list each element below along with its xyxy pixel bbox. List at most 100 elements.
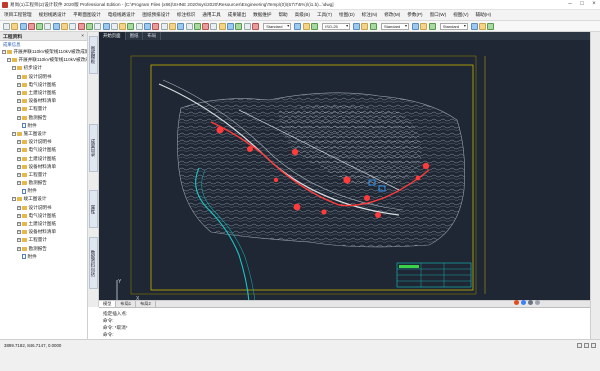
expand-toggle-icon[interactable]: + [17,246,21,251]
toolbar-button-icon[interactable] [218,22,226,30]
expand-toggle-icon[interactable]: + [17,91,21,96]
toolbar-button-icon[interactable] [487,22,495,30]
toolbar-button-icon[interactable] [19,22,27,30]
menu-item[interactable]: 通用工具 [202,12,220,18]
tree-item[interactable]: + 土建设计图纸 [2,154,87,162]
toolbar-button-icon[interactable] [193,22,201,30]
expand-toggle-icon[interactable]: − [12,131,16,136]
toolbar-button-icon[interactable] [52,22,60,30]
expand-toggle-icon[interactable]: + [17,82,21,87]
command-line[interactable]: 指定插入点: 命令: 命令: *取消* 命令: [99,307,590,339]
menu-item[interactable]: 标注标识 [177,12,195,18]
menu-item[interactable]: 辅助(H) [475,12,491,18]
document-tab[interactable]: 图纸 [126,32,144,40]
toolbar-button-icon[interactable] [361,22,369,30]
toolbar-button-icon[interactable] [110,22,118,30]
menu-item[interactable]: 成果输出 [228,12,246,18]
toolbar-button-icon[interactable] [470,22,478,30]
document-tab[interactable]: 布局 [143,32,162,40]
menu-item[interactable]: 平断面图设计 [73,12,101,18]
expand-toggle-icon[interactable]: + [17,230,21,235]
expand-toggle-icon[interactable]: + [17,238,21,243]
settings-icon[interactable] [535,300,540,305]
toolbar-button-icon[interactable] [85,22,93,30]
close-button[interactable]: × [588,0,600,9]
expand-toggle-icon[interactable]: + [17,164,21,169]
expand-toggle-icon[interactable]: − [2,50,6,55]
menu-item[interactable]: 修改(M) [384,12,400,18]
toolbar-button-icon[interactable] [36,22,44,30]
language-icon[interactable] [521,300,526,305]
expand-toggle-icon[interactable]: − [12,197,16,202]
toolbar-button-icon[interactable] [77,22,85,30]
tree-item[interactable]: + 设备材料清单 [2,228,87,236]
toolbar-button-icon[interactable] [102,22,110,30]
expand-toggle-icon[interactable]: + [17,181,21,186]
tree-item[interactable]: + 勘测报告 [2,179,87,187]
expand-toggle-icon[interactable]: + [17,107,21,112]
menu-item[interactable]: 视图(V) [453,12,468,18]
input-method-icon[interactable] [514,300,519,305]
toolbar-button-icon[interactable] [135,22,143,30]
toolbar-button-icon[interactable] [27,22,35,30]
tree-item[interactable]: − 竣工图设计 [2,195,87,203]
linetype-combo-select[interactable]: ISO-25 [322,22,351,30]
toolbar-button-icon[interactable] [202,22,210,30]
toolbar-button-icon[interactable] [177,22,185,30]
toolbar-button-icon[interactable] [3,22,10,30]
menu-item[interactable]: 项目工程管理 [4,12,32,18]
expand-toggle-icon[interactable]: + [17,115,21,120]
panel-close-button[interactable]: × [81,34,84,39]
toolbar-button-icon[interactable] [227,22,235,30]
tree-item[interactable]: + 工程量计 [2,171,87,179]
tree-item[interactable]: + 设计说明书 [2,204,87,212]
toolbar-button-icon[interactable] [428,22,436,30]
menu-item[interactable]: 电缆线路设计 [108,12,136,18]
tree-item[interactable]: − 初步设计 [2,64,87,72]
cad-drawing[interactable] [99,40,590,307]
expand-toggle-icon[interactable]: − [12,66,16,71]
menu-item[interactable]: 窗口(W) [430,12,447,18]
toolbar-button-icon[interactable] [94,22,102,30]
keyboard-icon[interactable] [528,300,533,305]
panel-subheader[interactable]: 成果信息 [0,41,87,48]
toolbar-button-icon[interactable] [119,22,127,30]
expand-toggle-icon[interactable]: + [17,156,21,161]
toolbar-button-icon[interactable] [302,22,310,30]
tree-item[interactable]: 附件 [2,253,87,261]
toolbar-button-icon[interactable] [310,22,318,30]
toolbar-button-icon[interactable] [185,22,193,30]
toolbar-button-icon[interactable] [235,22,243,30]
menu-item[interactable]: 高级(B) [295,12,310,18]
document-tab[interactable]: 开始页面 [99,32,126,40]
menu-item[interactable]: 参数(P) [407,12,422,18]
toolbar-button-icon[interactable] [127,22,135,30]
maximize-button[interactable]: □ [576,0,588,9]
tree-item[interactable]: + 电气设计图纸 [2,212,87,220]
menu-item[interactable]: 图纸预排设计 [142,12,170,18]
grid-toggle-icon[interactable] [584,343,589,348]
expand-toggle-icon[interactable]: + [17,213,21,218]
tree-item[interactable]: + 勘测报告 [2,114,87,122]
toolbar-button-icon[interactable] [420,22,428,30]
menu-item[interactable]: 工具(T) [317,12,332,18]
toolbar-button-icon[interactable] [152,22,160,30]
toolbar-button-icon[interactable] [69,22,77,30]
toolbar-button-icon[interactable] [44,22,52,30]
tree-item[interactable]: + 勘测报告 [2,245,87,253]
toolbar-button-icon[interactable] [369,22,377,30]
toolbar-button-icon[interactable] [144,22,152,30]
tree-item[interactable]: − 开展并联110kV被架线110kV被改成新建工程 [2,56,87,64]
minimize-button[interactable]: – [564,0,576,9]
expand-toggle-icon[interactable]: − [7,58,11,63]
dim-combo-select[interactable]: Standard [439,22,468,30]
toolbar-button-icon[interactable] [411,22,419,30]
tree-item[interactable]: + 设计说明书 [2,73,87,81]
menu-item[interactable]: 绘图(D) [339,12,355,18]
menu-item[interactable]: 规划线路设计 [39,12,67,18]
tree-item[interactable]: + 工程量计 [2,105,87,113]
tree-item[interactable]: 附件 [2,187,87,195]
menu-item[interactable]: 数据维护 [253,12,271,18]
style-combo-select[interactable]: Standard [380,22,409,30]
toolbar-button-icon[interactable] [243,22,251,30]
